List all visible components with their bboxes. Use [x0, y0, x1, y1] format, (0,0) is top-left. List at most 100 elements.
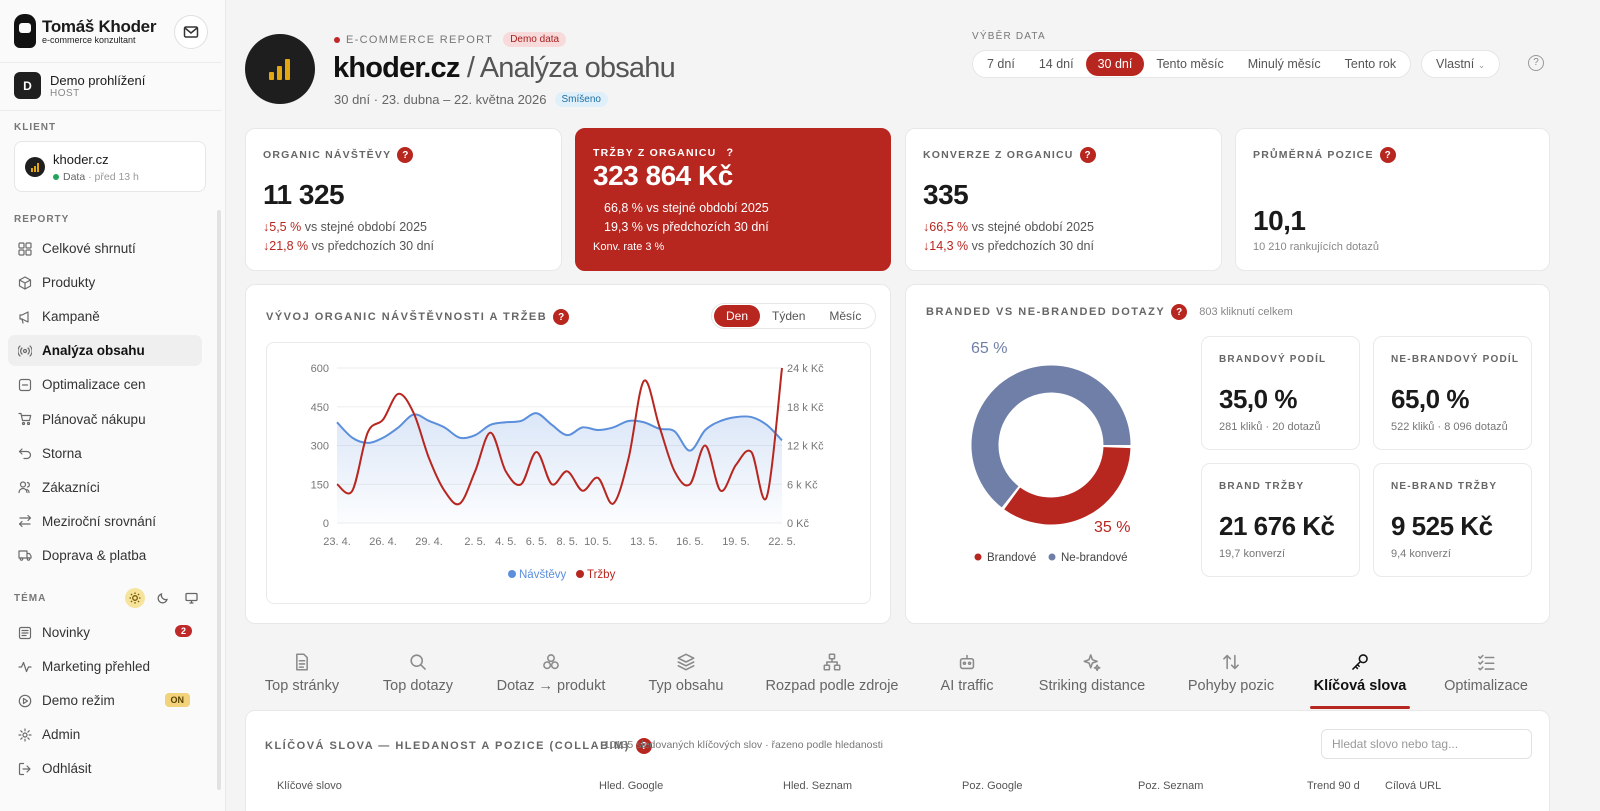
truck-icon	[18, 550, 32, 562]
client-logo-icon	[25, 157, 45, 177]
sidebar-item-label: Plánovač nákupu	[42, 411, 146, 427]
sidebar-item-odhl-sit[interactable]: Odhlásit	[8, 753, 202, 784]
stat-sub: 522 kliků · 8 096 dotazů	[1391, 421, 1508, 433]
date-tab[interactable]: 30 dní	[1085, 52, 1145, 76]
sidebar-item-kampan-[interactable]: Kampaně	[8, 301, 202, 332]
keyword-search-input[interactable]	[1321, 729, 1532, 759]
client-logo	[245, 34, 315, 104]
bot-icon	[959, 654, 975, 670]
donut-label-nonbranded: 65 %	[971, 340, 1007, 357]
trend-chart: 0 0 Kč 150 6 k Kč 300 12 k Kč 450 18 k Kč 600 24 …	[311, 363, 825, 581]
sidebar-item-meziro-n-srovn-n-[interactable]: Meziroční srovnání	[8, 506, 202, 537]
client-selector[interactable]: khoder.cz Data · před 13 h	[14, 141, 206, 192]
sidebar: Tomáš Khoder e-commerce konzultant D Dem…	[0, 0, 226, 811]
stat-sub: 9,4 konverzí	[1391, 548, 1451, 560]
stat-sub: 281 kliků · 20 dotazů	[1219, 421, 1321, 433]
grid-icon	[18, 241, 32, 256]
bar-chart-icon	[269, 59, 290, 80]
column-header[interactable]: Hled. Google	[599, 780, 663, 792]
column-header[interactable]: Cílová URL	[1385, 780, 1441, 792]
moon-icon[interactable]	[153, 588, 173, 608]
granularity-tab[interactable]: Týden	[760, 305, 817, 327]
divider	[0, 62, 222, 63]
column-header[interactable]: Poz. Google	[962, 780, 1023, 792]
date-tab[interactable]: Tento rok	[1333, 52, 1408, 76]
tab-checklist[interactable]: Optimalizace	[1406, 652, 1566, 694]
column-header[interactable]: Hled. Seznam	[783, 780, 852, 792]
sidebar-item-storna[interactable]: Storna	[8, 438, 202, 469]
column-header[interactable]: Trend 90 d	[1307, 780, 1360, 792]
sidebar-item-pl-nova-n-kupu[interactable]: Plánovač nákupu	[8, 404, 202, 435]
x-tick: 19. 5.	[722, 536, 750, 548]
file-icon	[292, 652, 312, 672]
kpi-organic-conversions: KONVERZE Z ORGANICU? 335 ↓66,5 % vs stej…	[905, 128, 1222, 271]
legend-label-branded: Brandové	[987, 552, 1036, 564]
monitor-icon[interactable]	[181, 588, 201, 608]
sidebar-item-label: Odhlásit	[42, 761, 92, 776]
grid-icon	[18, 241, 32, 256]
column-header[interactable]: Klíčové slovo	[277, 780, 342, 792]
date-tab[interactable]: 7 dní	[975, 52, 1027, 76]
status-dot-icon	[53, 174, 59, 181]
tab-layers[interactable]: Typ obsahu	[606, 652, 766, 694]
sidebar-item-marketing-p-ehled[interactable]: Marketing přehled	[8, 651, 202, 682]
demo-tag: Demo data	[503, 32, 567, 47]
y-tick-left: 150	[311, 479, 329, 491]
help-icon[interactable]: ?	[1528, 55, 1544, 71]
help-icon[interactable]: ?	[1171, 304, 1188, 320]
boxes-icon	[541, 652, 561, 672]
account-switcher[interactable]: D Demo prohlížení HOST	[14, 72, 145, 99]
sun-icon[interactable]	[125, 588, 145, 608]
kpi-note: Konv. rate 3 %	[593, 241, 665, 253]
broadcast-icon	[18, 345, 32, 357]
y-tick-right: 18 k Kč	[787, 402, 824, 414]
file-icon	[296, 653, 308, 671]
kpi-value: 323 864 Kč	[593, 160, 733, 191]
help-icon[interactable]: ?	[397, 147, 414, 163]
client-name: khoder.cz	[53, 152, 109, 167]
brand-logo[interactable]: Tomáš Khoder e-commerce konzultant	[14, 14, 156, 48]
help-icon[interactable]: ?	[726, 147, 734, 159]
undo-icon	[18, 446, 32, 460]
date-label: VÝBĚR DATA	[972, 31, 1046, 42]
help-icon[interactable]: ?	[553, 309, 570, 325]
help-icon[interactable]: ?	[1079, 147, 1096, 163]
custom-date-button[interactable]: Vlastní ⌄	[1421, 50, 1501, 78]
branded-donut: 65 % 35 % Brandové Ne-brandové	[971, 340, 1131, 564]
tab-sparkle[interactable]: Striking distance	[1012, 652, 1172, 694]
help-icon[interactable]: ?	[1379, 147, 1396, 163]
checklist-icon	[1476, 652, 1496, 672]
x-tick: 6. 5.	[526, 536, 547, 548]
kpi-change-prev: ↓21,8 % vs předchozích 30 dní	[263, 239, 434, 253]
client-label: KLIENT	[14, 122, 57, 133]
date-tab[interactable]: Minulý měsíc	[1236, 52, 1333, 76]
sidebar-item-produkty[interactable]: Produkty	[8, 267, 202, 298]
gear-icon	[18, 727, 32, 742]
mail-button[interactable]	[174, 15, 208, 49]
sidebar-item-anal-za-obsahu[interactable]: Analýza obsahu	[8, 335, 202, 367]
sidebar-item-celkov-shrnut-[interactable]: Celkové shrnutí	[8, 233, 202, 264]
key-icon	[1350, 652, 1370, 672]
sidebar-item-doprava-platba[interactable]: Doprava & platba	[8, 540, 202, 571]
sidebar-item-novinky[interactable]: Novinky 2	[8, 617, 202, 648]
column-header[interactable]: Poz. Seznam	[1138, 780, 1203, 792]
date-tab[interactable]: 14 dní	[1027, 52, 1086, 76]
gear-icon	[18, 727, 32, 742]
sidebar-item-admin[interactable]: Admin	[8, 719, 202, 750]
sidebar-scrollbar[interactable]	[217, 210, 221, 790]
sidebar-item-label: Optimalizace cen	[42, 377, 146, 393]
donut-label-branded: 35 %	[1094, 519, 1130, 536]
kpi-note: 10 210 rankujících dotazů	[1253, 241, 1379, 253]
date-tab[interactable]: Tento měsíc	[1144, 52, 1235, 76]
sidebar-item-demo-re-im[interactable]: Demo režim ON	[8, 685, 202, 716]
sidebar-item-label: Produkty	[42, 275, 96, 291]
x-tick: 13. 5.	[630, 536, 658, 548]
sparkle-icon	[1082, 652, 1102, 672]
active-tab-indicator	[1310, 706, 1410, 709]
sidebar-item-optimalizace-cen[interactable]: Optimalizace cen	[8, 369, 202, 400]
stat-sub: 19,7 konverzí	[1219, 548, 1286, 560]
granularity-tab[interactable]: Den	[714, 305, 761, 327]
granularity-tab[interactable]: Měsíc	[817, 305, 873, 327]
arrows-updown-icon	[1221, 652, 1241, 672]
sidebar-item-z-kazn-ci[interactable]: Zákazníci	[8, 472, 202, 503]
